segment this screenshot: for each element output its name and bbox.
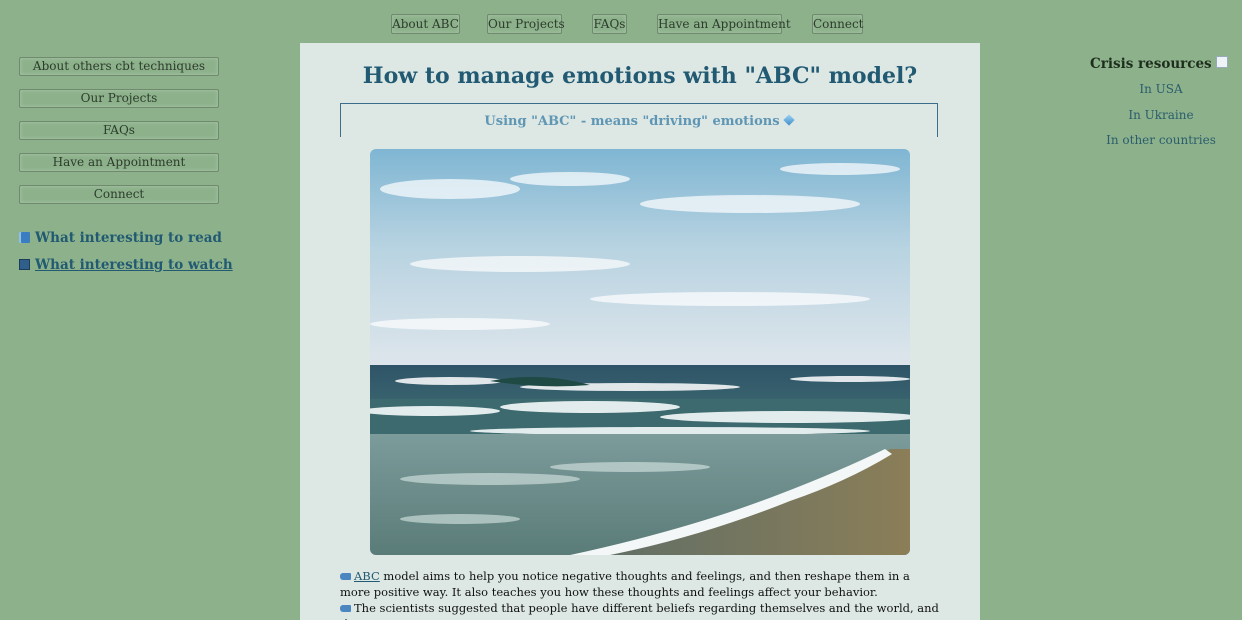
- nav-faqs[interactable]: FAQs: [592, 14, 627, 34]
- nav-our-projects[interactable]: Our Projects: [487, 14, 565, 34]
- ocean-photo: [370, 149, 910, 555]
- crisis-resources-heading: Crisis resources: [1090, 56, 1228, 72]
- nav-connect[interactable]: Connect: [812, 14, 864, 34]
- read-link-label: What interesting to read: [35, 230, 222, 246]
- paragraph-2: The scientists suggested that people hav…: [340, 600, 940, 620]
- pointing-hand-icon: [340, 573, 351, 580]
- subtitle-text: Using "ABC" - means "driving" emotions: [341, 114, 937, 129]
- read-link[interactable]: What interesting to read: [19, 230, 222, 246]
- watch-link[interactable]: What interesting to watch: [19, 257, 233, 273]
- sidebar-about-others-cbt[interactable]: About others cbt techniques: [19, 57, 219, 76]
- page-title: How to manage emotions with "ABC" model?: [362, 63, 918, 89]
- main-content: How to manage emotions with "ABC" model?…: [300, 43, 980, 620]
- book-icon: [19, 232, 30, 243]
- crisis-link-ukraine[interactable]: In Ukraine: [1086, 108, 1236, 122]
- tv-icon: [19, 259, 30, 270]
- chart-icon: [1215, 56, 1228, 68]
- nav-appointment[interactable]: Have an Appointment: [657, 14, 791, 34]
- subtitle-box: Using "ABC" - means "driving" emotions: [340, 103, 938, 137]
- sidebar-connect[interactable]: Connect: [19, 185, 219, 204]
- abc-link[interactable]: ABC: [354, 569, 380, 583]
- body-text: ABC model aims to help you notice negati…: [340, 568, 940, 620]
- sidebar-our-projects[interactable]: Our Projects: [19, 89, 219, 108]
- nav-about-abc[interactable]: About ABC: [391, 14, 460, 34]
- sidebar-appointment[interactable]: Have an Appointment: [19, 153, 219, 172]
- crisis-title: Crisis resources: [1090, 56, 1212, 72]
- top-nav: About ABC Our Projects FAQs Have an Appo…: [0, 14, 1242, 36]
- subtitle-label: Using "ABC" - means "driving" emotions: [484, 114, 780, 129]
- gem-icon: [782, 114, 795, 126]
- pointing-hand-icon: [340, 605, 351, 612]
- crisis-link-other[interactable]: In other countries: [1086, 133, 1236, 147]
- crisis-link-usa[interactable]: In USA: [1086, 82, 1236, 96]
- paragraph-1: ABC model aims to help you notice negati…: [340, 568, 940, 600]
- watch-link-label: What interesting to watch: [35, 257, 233, 273]
- sidebar-faqs[interactable]: FAQs: [19, 121, 219, 140]
- paragraph-1-text: model aims to help you notice negative t…: [340, 569, 910, 599]
- paragraph-2-text: The scientists suggested that people hav…: [340, 601, 939, 620]
